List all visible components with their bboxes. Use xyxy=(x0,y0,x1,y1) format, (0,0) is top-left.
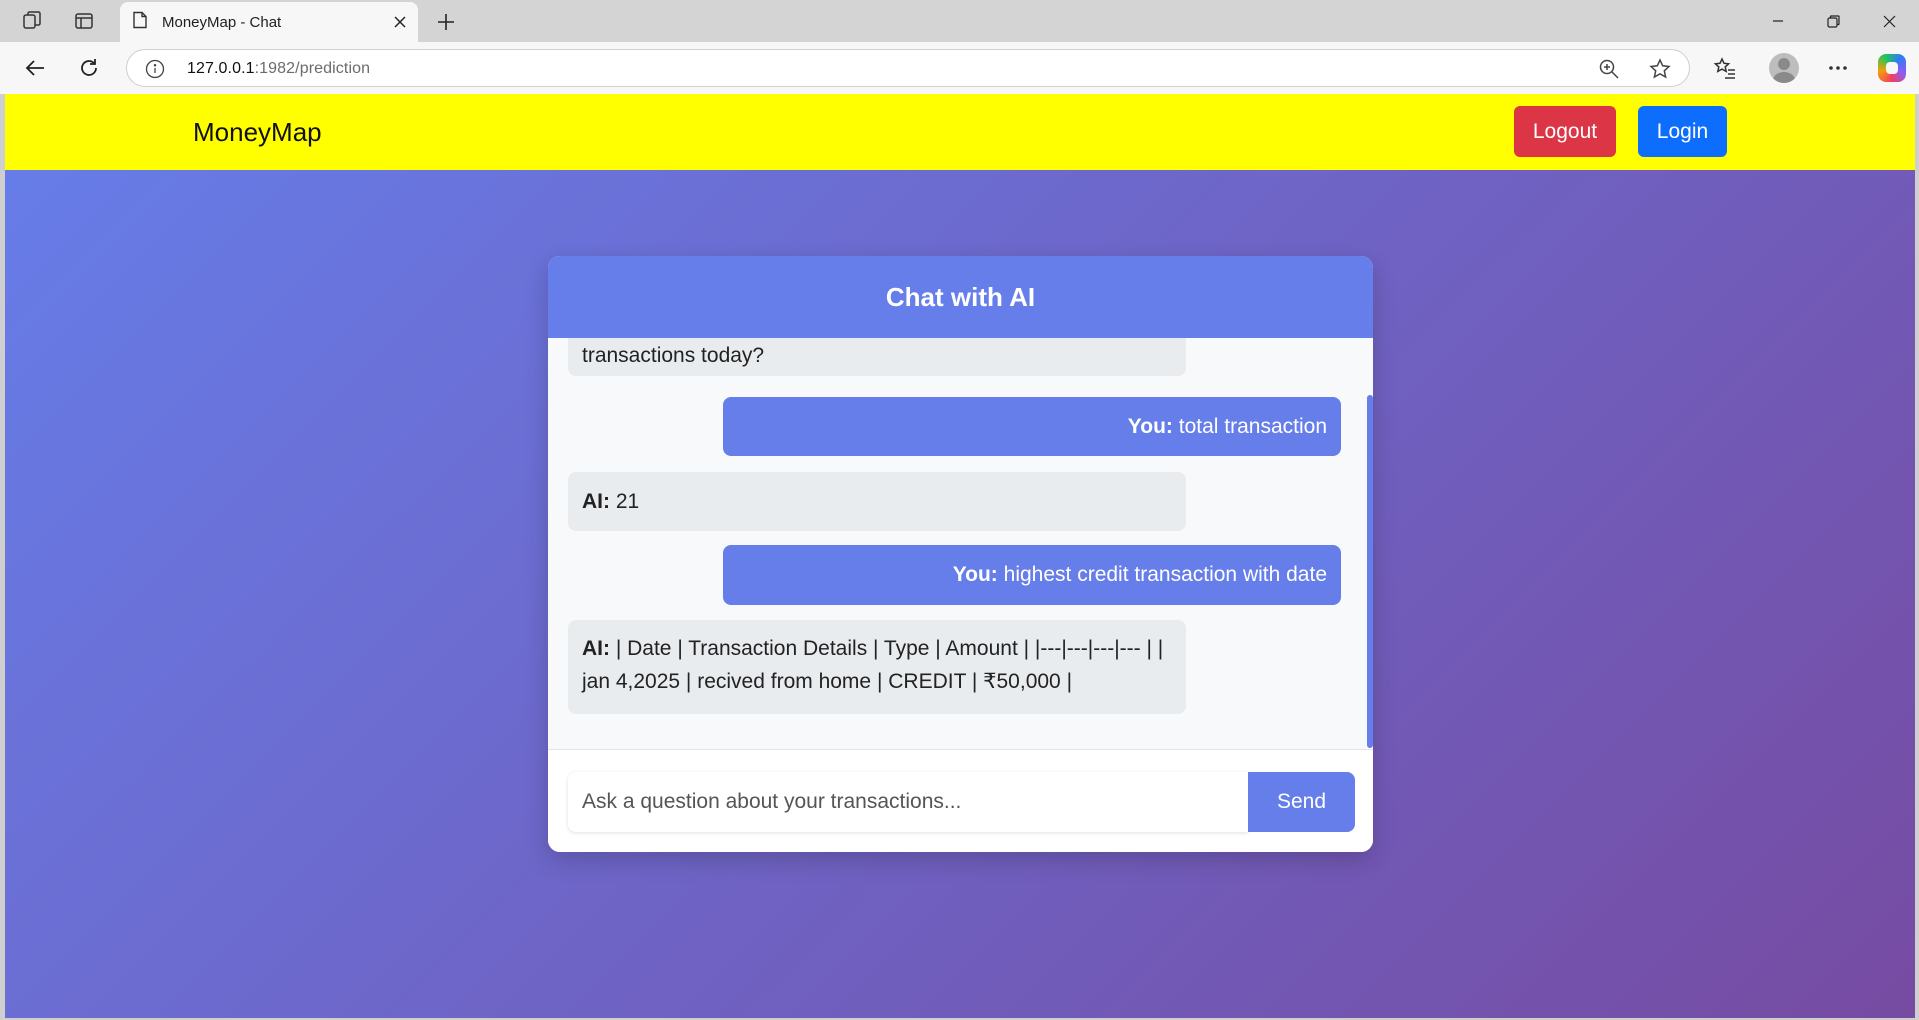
message-sender: AI: xyxy=(582,490,610,513)
login-button[interactable]: Login xyxy=(1638,106,1727,157)
chat-title: Chat with AI xyxy=(885,281,1036,312)
new-tab-icon[interactable] xyxy=(432,8,460,36)
url-path: :1982/prediction xyxy=(254,60,371,77)
close-tab-icon[interactable] xyxy=(386,8,414,36)
more-options-icon[interactable] xyxy=(1824,54,1852,82)
chat-question-input[interactable] xyxy=(568,772,1248,832)
restore-icon[interactable] xyxy=(1810,6,1856,36)
message-text: | Date | Transaction Details | Type | Am… xyxy=(582,637,1164,693)
active-tab[interactable]: MoneyMap - Chat xyxy=(120,2,418,42)
user-message: You: total transaction xyxy=(723,397,1341,456)
message-text: total transaction xyxy=(1172,415,1327,438)
ai-message: transactions today? xyxy=(568,338,1186,376)
close-window-icon[interactable] xyxy=(1866,6,1912,36)
message-sender: You: xyxy=(1127,415,1173,438)
back-icon[interactable] xyxy=(20,53,50,83)
message-text: highest credit transaction with date xyxy=(997,563,1327,586)
navbar: MoneyMap Logout Login xyxy=(5,94,1915,170)
tab-title: MoneyMap - Chat xyxy=(162,13,282,31)
favorites-icon[interactable] xyxy=(1711,54,1739,82)
copilot-icon[interactable] xyxy=(1878,54,1906,82)
browser-tab-bar: MoneyMap - Chat xyxy=(0,0,1919,42)
page-icon xyxy=(132,11,148,34)
message-sender: AI: xyxy=(582,637,610,660)
messages-scrollbar[interactable] xyxy=(1367,395,1373,748)
browser-toolbar: 127.0.0.1:1982/prediction xyxy=(0,42,1919,94)
tab-actions-icon[interactable] xyxy=(72,9,96,33)
site-info-icon[interactable] xyxy=(145,59,165,79)
url-text: 127.0.0.1:1982/prediction xyxy=(187,60,370,78)
chat-container: Chat with AI transactions today? You: to… xyxy=(548,256,1373,852)
workspaces-icon[interactable] xyxy=(20,9,44,33)
brand-logo[interactable]: MoneyMap xyxy=(193,117,322,148)
send-button[interactable]: Send xyxy=(1248,772,1355,832)
reload-icon[interactable] xyxy=(74,53,104,83)
zoom-icon[interactable] xyxy=(1598,58,1620,80)
address-bar[interactable]: 127.0.0.1:1982/prediction xyxy=(126,49,1690,87)
user-message: You: highest credit transaction with dat… xyxy=(723,545,1341,605)
logout-button[interactable]: Logout xyxy=(1514,106,1616,157)
page-viewport: MoneyMap Logout Login Chat with AI trans… xyxy=(5,94,1915,1018)
chat-header: Chat with AI xyxy=(548,256,1373,338)
chat-messages[interactable]: transactions today? You: total transacti… xyxy=(548,338,1373,750)
ai-message: AI: 21 xyxy=(568,472,1186,531)
profile-avatar[interactable] xyxy=(1769,53,1799,83)
ai-message: AI: | Date | Transaction Details | Type … xyxy=(568,620,1186,714)
message-text: transactions today? xyxy=(582,344,765,367)
url-host: 127.0.0.1 xyxy=(187,60,255,77)
chat-input-area: Send xyxy=(548,750,1373,852)
minimize-icon[interactable] xyxy=(1755,6,1801,36)
favorite-star-icon[interactable] xyxy=(1649,58,1671,80)
message-sender: You: xyxy=(952,563,998,586)
message-text: 21 xyxy=(610,490,640,513)
